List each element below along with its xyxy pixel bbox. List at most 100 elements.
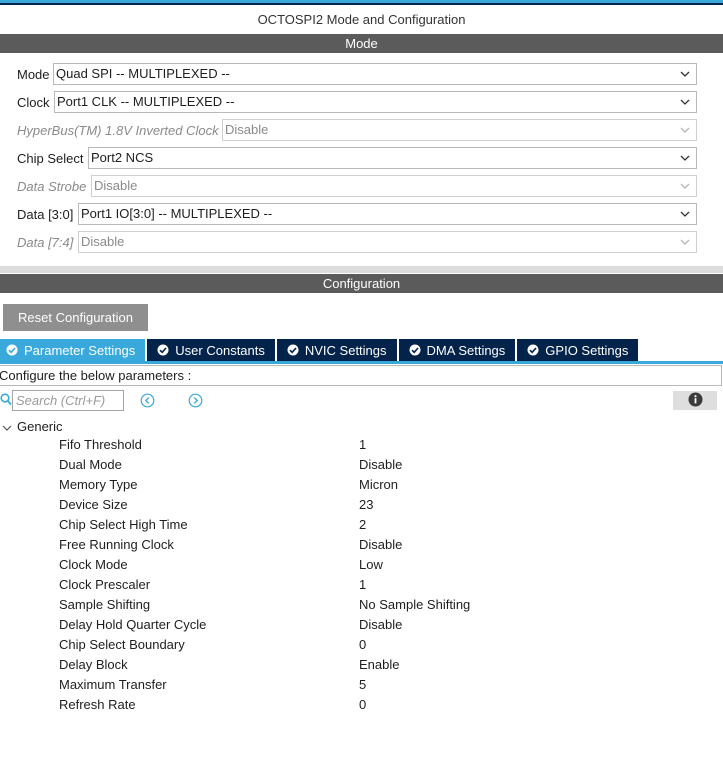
mode-row-data-strobe: Data Strobe Disable (0, 174, 723, 198)
tab-label: GPIO Settings (545, 342, 629, 358)
param-name: Maximum Transfer (59, 677, 167, 692)
param-name: Sample Shifting (59, 597, 151, 612)
tab-user-constants[interactable]: User Constants (147, 339, 275, 361)
reset-configuration-button[interactable]: Reset Configuration (3, 304, 148, 331)
mode-row-data-3-0: Data [3:0] Port1 IO[3:0] -- MULTIPLEXED … (0, 202, 723, 226)
check-circle-icon (527, 344, 539, 356)
check-circle-icon (287, 344, 299, 356)
param-row[interactable]: Clock Prescaler 1 (0, 575, 723, 595)
param-name: Chip Select Boundary (59, 637, 185, 652)
param-row[interactable]: Chip Select Boundary 0 (0, 635, 723, 655)
info-button[interactable] (673, 391, 717, 410)
param-value[interactable]: Disable (359, 535, 402, 555)
check-circle-icon (409, 344, 421, 356)
mode-select[interactable]: Quad SPI -- MULTIPLEXED -- (53, 63, 697, 85)
data-strobe-label: Data Strobe (17, 178, 87, 194)
chevron-down-icon (680, 151, 690, 165)
chevron-down-icon (680, 235, 690, 249)
param-value[interactable]: 0 (359, 635, 366, 655)
chip-select-label: Chip Select (17, 150, 84, 166)
param-row[interactable]: Clock Mode Low (0, 555, 723, 575)
param-name: Clock Mode (59, 557, 128, 572)
data-7-4-select: Disable (78, 231, 697, 253)
param-value[interactable]: No Sample Shifting (359, 595, 470, 615)
hyperbus-label: HyperBus(TM) 1.8V Inverted Clock (17, 122, 219, 138)
param-value[interactable]: 1 (359, 575, 366, 595)
param-row[interactable]: Dual Mode Disable (0, 455, 723, 475)
mode-row-hyperbus: HyperBus(TM) 1.8V Inverted Clock Disable (0, 118, 723, 142)
data-3-0-select[interactable]: Port1 IO[3:0] -- MULTIPLEXED -- (78, 203, 697, 225)
param-value[interactable]: Enable (359, 655, 399, 675)
arrow-left-circle-icon[interactable] (140, 393, 155, 408)
clock-label: Clock (17, 94, 50, 110)
chevron-down-icon (680, 179, 690, 193)
param-row[interactable]: Fifo Threshold 1 (0, 435, 723, 455)
param-value[interactable]: Low (359, 555, 383, 575)
mode-row-mode: Mode Quad SPI -- MULTIPLEXED -- (0, 62, 723, 86)
param-value[interactable]: Disable (359, 455, 402, 475)
info-icon (688, 392, 703, 410)
chip-select-select[interactable]: Port2 NCS (88, 147, 697, 169)
check-circle-icon (157, 344, 169, 356)
tab-label: DMA Settings (426, 342, 506, 358)
tab-underline (0, 361, 723, 364)
param-value[interactable]: 2 (359, 515, 366, 535)
param-value[interactable]: 1 (359, 435, 366, 455)
param-name: Chip Select High Time (59, 517, 188, 532)
chip-select-value: Port2 NCS (91, 150, 154, 165)
data-strobe-select: Disable (91, 175, 697, 197)
param-row[interactable]: Chip Select High Time 2 (0, 515, 723, 535)
check-circle-icon (6, 344, 18, 356)
param-row[interactable]: Sample Shifting No Sample Shifting (0, 595, 723, 615)
window-title: OCTOSPI2 Mode and Configuration (257, 12, 466, 27)
configure-instructions: Configure the below parameters : (0, 365, 722, 386)
param-row[interactable]: Delay Hold Quarter Cycle Disable (0, 615, 723, 635)
data-3-0-value: Port1 IO[3:0] -- MULTIPLEXED -- (81, 206, 273, 221)
search-icon (0, 393, 12, 407)
param-value[interactable]: 23 (359, 495, 373, 515)
param-name: Free Running Clock (59, 537, 174, 552)
data-3-0-label: Data [3:0] (17, 206, 74, 222)
param-value[interactable]: 0 (359, 695, 366, 715)
arrow-right-circle-icon[interactable] (188, 393, 203, 408)
tab-gpio-settings[interactable]: GPIO Settings (517, 339, 639, 361)
mode-section-header: Mode (0, 34, 723, 53)
param-name: Refresh Rate (59, 697, 136, 712)
param-row[interactable]: Device Size 23 (0, 495, 723, 515)
mode-select-value: Quad SPI -- MULTIPLEXED -- (56, 66, 230, 81)
tab-label: NVIC Settings (304, 342, 387, 358)
mode-row-chip-select: Chip Select Port2 NCS (0, 146, 723, 170)
param-value[interactable]: 5 (359, 675, 366, 695)
clock-select-value: Port1 CLK -- MULTIPLEXED -- (57, 94, 235, 109)
config-tabs: Parameter Settings User Constants NVIC S… (0, 339, 640, 361)
mode-label: Mode (17, 66, 50, 82)
param-name: Fifo Threshold (59, 437, 142, 452)
tab-dma-settings[interactable]: DMA Settings (398, 339, 516, 361)
chevron-down-icon (680, 123, 690, 137)
section-separator (0, 266, 723, 273)
chevron-down-icon (680, 95, 690, 109)
configuration-section-header: Configuration (0, 274, 723, 293)
hyperbus-select-value: Disable (225, 122, 269, 137)
param-row[interactable]: Delay Block Enable (0, 655, 723, 675)
param-row[interactable]: Maximum Transfer 5 (0, 675, 723, 695)
param-value[interactable]: Micron (359, 475, 398, 495)
group-generic[interactable]: Generic (0, 416, 63, 436)
tab-label: Parameter Settings (24, 342, 136, 358)
param-name: Clock Prescaler (59, 577, 151, 592)
chevron-down-icon (2, 421, 12, 431)
param-row[interactable]: Refresh Rate 0 (0, 695, 723, 715)
param-name: Dual Mode (59, 457, 122, 472)
mode-row-clock: Clock Port1 CLK -- MULTIPLEXED -- (0, 90, 723, 114)
tab-nvic-settings[interactable]: NVIC Settings (276, 339, 397, 361)
tab-parameter-settings[interactable]: Parameter Settings (0, 339, 146, 361)
chevron-down-icon (680, 207, 690, 221)
data-7-4-label: Data [7:4] (17, 234, 74, 250)
search-input[interactable] (12, 390, 124, 411)
top-accent-bar (0, 0, 723, 3)
param-row[interactable]: Memory Type Micron (0, 475, 723, 495)
clock-select[interactable]: Port1 CLK -- MULTIPLEXED -- (54, 91, 697, 113)
param-value[interactable]: Disable (359, 615, 402, 635)
param-row[interactable]: Free Running Clock Disable (0, 535, 723, 555)
group-label: Generic (17, 418, 63, 434)
